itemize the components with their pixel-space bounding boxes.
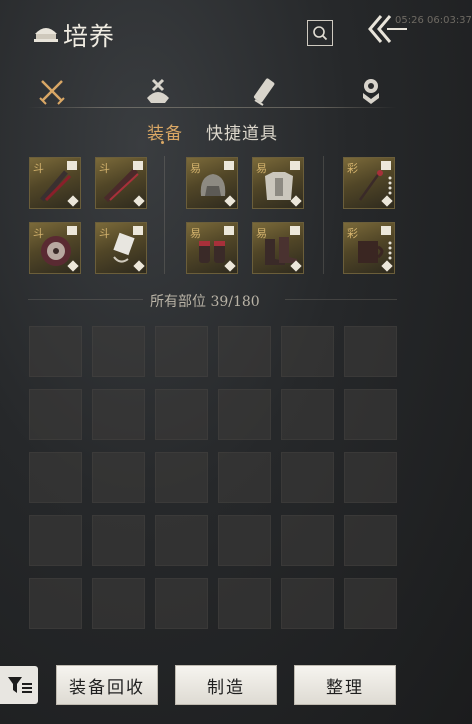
slot-level-dots-icon: [388, 176, 392, 196]
inventory-divider-right: [285, 299, 397, 300]
equipment-slot[interactable]: 斗: [95, 157, 147, 209]
tab-divider: [27, 107, 397, 108]
inventory-slot[interactable]: [155, 515, 208, 566]
search-icon: [313, 26, 328, 41]
equipment-slot[interactable]: 易: [186, 222, 238, 274]
slot-type-badge-icon: [290, 161, 300, 170]
filter-icon: [8, 677, 32, 693]
back-chevron-icon: [368, 15, 407, 43]
inventory-slot[interactable]: [344, 452, 397, 503]
equipment-slot[interactable]: 彩: [343, 157, 395, 209]
tab-outfit[interactable]: [138, 72, 178, 110]
slot-type-badge-icon: [381, 161, 391, 170]
inventory-slot[interactable]: [344, 389, 397, 440]
equipment-slot[interactable]: 易: [186, 157, 238, 209]
crossed-swords-icon: [39, 80, 65, 105]
slot-type-badge-icon: [67, 226, 77, 235]
subtab-equipment[interactable]: 装备: [147, 119, 183, 144]
inventory-count-label: 所有部位 39/180: [150, 294, 260, 310]
inventory-slot[interactable]: [92, 515, 145, 566]
equipment-slot[interactable]: 易: [252, 222, 304, 274]
subtab-quick-items[interactable]: 快捷道具: [206, 119, 278, 144]
inventory-slot[interactable]: [92, 578, 145, 629]
tab-scroll[interactable]: [245, 72, 285, 110]
inventory-slot[interactable]: [344, 578, 397, 629]
inventory-slot[interactable]: [29, 389, 82, 440]
inventory-slot[interactable]: [218, 389, 271, 440]
slot-type-badge-icon: [224, 161, 234, 170]
inventory-slot[interactable]: [218, 515, 271, 566]
inventory-slot[interactable]: [155, 452, 208, 503]
inventory-slot[interactable]: [29, 326, 82, 377]
inventory-slot[interactable]: [218, 452, 271, 503]
medal-icon: [363, 79, 379, 104]
search-button[interactable]: [307, 20, 333, 46]
slot-type-badge-icon: [381, 226, 391, 235]
inventory-divider-left: [28, 299, 143, 300]
inventory-slot[interactable]: [218, 326, 271, 377]
scroll-icon: [253, 78, 275, 106]
slot-divider: [323, 156, 324, 274]
inventory-slot[interactable]: [155, 326, 208, 377]
slot-type-badge-icon: [290, 226, 300, 235]
recycle-equipment-button[interactable]: 装备回收: [56, 665, 158, 705]
equipment-slot[interactable]: 斗: [95, 222, 147, 274]
inventory-slot[interactable]: [92, 389, 145, 440]
slot-type-badge-icon: [224, 226, 234, 235]
craft-button[interactable]: 制造: [175, 665, 277, 705]
inventory-slot[interactable]: [92, 452, 145, 503]
back-button[interactable]: [365, 12, 409, 46]
page-title: 培养: [63, 22, 116, 51]
inventory-slot[interactable]: [281, 326, 334, 377]
bandana-icon: [147, 78, 169, 103]
inventory-slot[interactable]: [281, 578, 334, 629]
tab-equipment[interactable]: [32, 72, 72, 110]
inventory-slot[interactable]: [344, 326, 397, 377]
subtab-indicator: [161, 141, 164, 144]
equipment-slot[interactable]: 斗: [29, 157, 81, 209]
inventory-slot[interactable]: [344, 515, 397, 566]
inventory-slot[interactable]: [155, 389, 208, 440]
inventory-slot[interactable]: [281, 389, 334, 440]
slot-type-badge-icon: [133, 161, 143, 170]
inventory-slot[interactable]: [281, 452, 334, 503]
inventory-slot[interactable]: [29, 578, 82, 629]
filter-button[interactable]: [0, 666, 38, 704]
hat-icon: [33, 22, 59, 44]
inventory-slot[interactable]: [281, 515, 334, 566]
slot-type-badge-icon: [67, 161, 77, 170]
sort-button[interactable]: 整理: [294, 665, 396, 705]
inventory-slot[interactable]: [92, 326, 145, 377]
slot-type-badge-icon: [133, 226, 143, 235]
tab-badge[interactable]: [351, 72, 391, 110]
equipment-slot[interactable]: 彩: [343, 222, 395, 274]
inventory-slot[interactable]: [29, 515, 82, 566]
equipment-slot[interactable]: 斗: [29, 222, 81, 274]
slot-divider: [164, 156, 165, 274]
inventory-slot[interactable]: [218, 578, 271, 629]
inventory-slot[interactable]: [29, 452, 82, 503]
equipment-slot[interactable]: 易: [252, 157, 304, 209]
inventory-slot[interactable]: [155, 578, 208, 629]
slot-level-dots-icon: [388, 241, 392, 261]
